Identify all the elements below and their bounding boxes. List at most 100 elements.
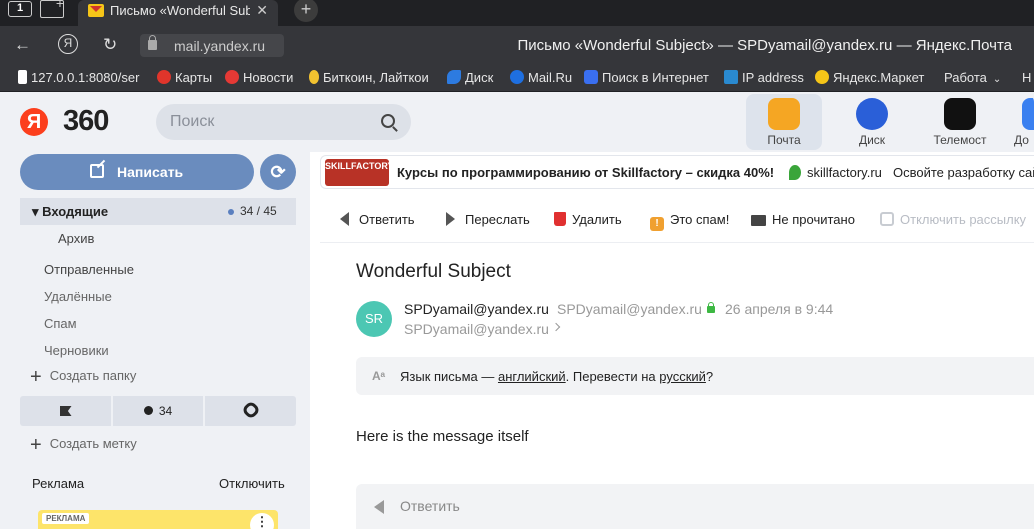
logo-360[interactable]: 360 <box>63 105 109 138</box>
paperclip-icon <box>240 400 261 420</box>
url-text: mail.yandex.ru <box>174 38 266 54</box>
service-docs[interactable]: До <box>1010 94 1034 150</box>
more-icon[interactable]: ⋮ <box>250 513 274 529</box>
promo-site-icon <box>789 165 801 180</box>
bookmarks-bar: 127.0.0.1:8080/ser Карты Новости Биткоин… <box>0 64 1034 92</box>
avatar[interactable]: SR <box>356 301 392 337</box>
promo-banner[interactable]: SKILLFACTORY Курсы по программированию о… <box>320 155 1034 189</box>
ad-banner[interactable]: РЕКЛАМА ⋮ <box>38 510 278 529</box>
service-mail[interactable]: Почта <box>746 94 822 150</box>
browser-address-bar: ← Я ↻ mail.yandex.ru Письмо «Wonderful S… <box>0 26 1034 64</box>
ad-label: Реклама <box>32 476 85 491</box>
sidebar-item-sent[interactable]: Отправленные <box>20 256 296 283</box>
bookmark-market[interactable]: Яндекс.Маркет <box>815 70 924 85</box>
market-icon <box>815 70 829 84</box>
promo-title: Курсы по программированию от Skillfactor… <box>397 165 775 180</box>
delete-button[interactable]: Удалить <box>554 212 622 227</box>
tab-counter[interactable]: 1 <box>8 1 32 17</box>
yandex-logo-icon[interactable]: Я <box>20 108 48 136</box>
plus-icon: + <box>30 434 42 456</box>
filter-unread[interactable]: 34 <box>111 396 205 426</box>
telemost-service-icon <box>944 98 976 130</box>
browser-tab-bar: 1 Письмо «Wonderful Subject» — SPDyamail… <box>0 0 1034 26</box>
docs-service-icon <box>1022 98 1034 130</box>
sidebar-item-drafts[interactable]: Черновики <box>20 337 296 364</box>
message-date: 26 апреля в 9:44 <box>725 301 834 317</box>
new-tab-button[interactable]: + <box>294 0 318 22</box>
quick-reply-label: Ответить <box>400 498 460 514</box>
tab-close-icon[interactable]: ✕ <box>256 2 268 19</box>
plus-icon: + <box>30 366 42 388</box>
unsubscribe-button[interactable]: Отключить рассылку <box>880 212 1026 227</box>
unread-filter-icon <box>143 406 153 415</box>
bookmark-disk[interactable]: Диск <box>447 70 493 85</box>
forward-button[interactable]: Переслать <box>442 212 530 227</box>
ad-tag: РЕКЛАМА <box>42 513 90 524</box>
bookmark-mailru[interactable]: Mail.Ru <box>510 70 572 85</box>
mail-favicon-icon <box>88 4 104 17</box>
tab-grid-icon[interactable] <box>40 0 64 18</box>
bookmark-local[interactable]: 127.0.0.1:8080/ser <box>18 70 139 85</box>
sender-name[interactable]: SPDyamail@yandex.ru <box>404 301 549 317</box>
unread-count: 34 / 45 <box>240 204 277 218</box>
sidebar-item-archive[interactable]: Архив <box>20 225 296 252</box>
sidebar-item-deleted[interactable]: Удалённые <box>20 283 296 310</box>
bookmark-bitcoin[interactable]: Биткоин, Лайткои <box>309 70 429 85</box>
bookmark-news[interactable]: Новости <box>225 70 293 85</box>
promo-site: skillfactory.ru <box>807 165 882 180</box>
bookmark-ip[interactable]: IP address <box>724 70 804 85</box>
message-body: Here is the message itself <box>356 428 529 445</box>
promo-description: Освойте разработку сай <box>893 165 1034 180</box>
compose-button[interactable]: Написать <box>20 154 254 190</box>
tab-title: Письмо «Wonderful Subject» — SPDyamail@y… <box>110 3 250 18</box>
chevron-down-icon: ⌄ <box>992 74 1002 85</box>
filter-attachments[interactable] <box>205 396 296 426</box>
create-label-link[interactable]: + Создать метку <box>30 434 137 457</box>
pencil-icon <box>90 164 104 178</box>
browser-tab-active[interactable]: Письмо «Wonderful Subject» — SPDyamail@y… <box>78 0 278 26</box>
reply-icon <box>374 500 384 514</box>
reload-icon[interactable]: ↻ <box>103 35 117 55</box>
chevron-right-icon[interactable] <box>551 322 561 332</box>
service-disk[interactable]: Диск <box>834 94 910 150</box>
reply-button[interactable]: Ответить <box>340 212 415 227</box>
translate-to-link[interactable]: русский <box>659 369 706 384</box>
ad-disable-link[interactable]: Отключить <box>219 476 285 491</box>
search-box[interactable] <box>156 104 411 140</box>
filter-flagged[interactable] <box>20 396 111 426</box>
search-input[interactable] <box>170 112 370 132</box>
maps-pin-icon <box>157 70 171 84</box>
forward-icon <box>446 212 455 226</box>
spam-button[interactable]: ! Это спам! <box>650 212 729 231</box>
sidebar-item-inbox[interactable]: ▾ Входящие 34 / 45 <box>20 198 296 225</box>
filter-bar: 34 <box>20 396 296 426</box>
source-language-link[interactable]: английский <box>498 369 566 384</box>
url-field[interactable]: mail.yandex.ru <box>140 34 284 57</box>
news-icon <box>225 70 239 84</box>
sender-email[interactable]: SPDyamail@yandex.ru <box>557 301 702 317</box>
sidebar-item-spam[interactable]: Спам <box>20 310 296 337</box>
refresh-icon: ⟳ <box>270 162 286 182</box>
ip-icon <box>724 70 738 84</box>
mail-service-icon <box>768 98 800 130</box>
create-folder-link[interactable]: + Создать папку <box>30 366 136 389</box>
message-toolbar: Ответить Переслать Удалить ! Это спам! Не… <box>320 197 1034 243</box>
disk-icon <box>447 70 461 84</box>
back-icon[interactable]: ← <box>14 35 31 55</box>
quick-reply-field[interactable]: Ответить <box>356 484 1034 529</box>
sidebar: Написать ⟳ ▾ Входящие 34 / 45 Архив Отпр… <box>0 152 310 529</box>
recipient[interactable]: SPDyamail@yandex.ru <box>404 321 549 337</box>
coin-icon <box>309 70 319 84</box>
mark-unread-button[interactable]: Не прочитано <box>751 212 855 227</box>
flag-icon <box>59 406 72 416</box>
bookmark-search[interactable]: Поиск в Интернет <box>584 70 709 85</box>
unsubscribe-icon <box>880 212 894 226</box>
search-icon[interactable] <box>381 114 395 128</box>
bookmark-folder-work[interactable]: Работа ⌄ <box>944 70 1001 85</box>
refresh-button[interactable]: ⟳ <box>260 154 296 190</box>
bookmark-maps[interactable]: Карты <box>157 70 212 85</box>
spam-icon: ! <box>650 217 664 231</box>
yandex-browser-icon[interactable]: Я <box>58 34 78 54</box>
service-telemost[interactable]: Телемост <box>922 94 998 150</box>
bookmark-overflow[interactable]: Н <box>1022 70 1031 85</box>
